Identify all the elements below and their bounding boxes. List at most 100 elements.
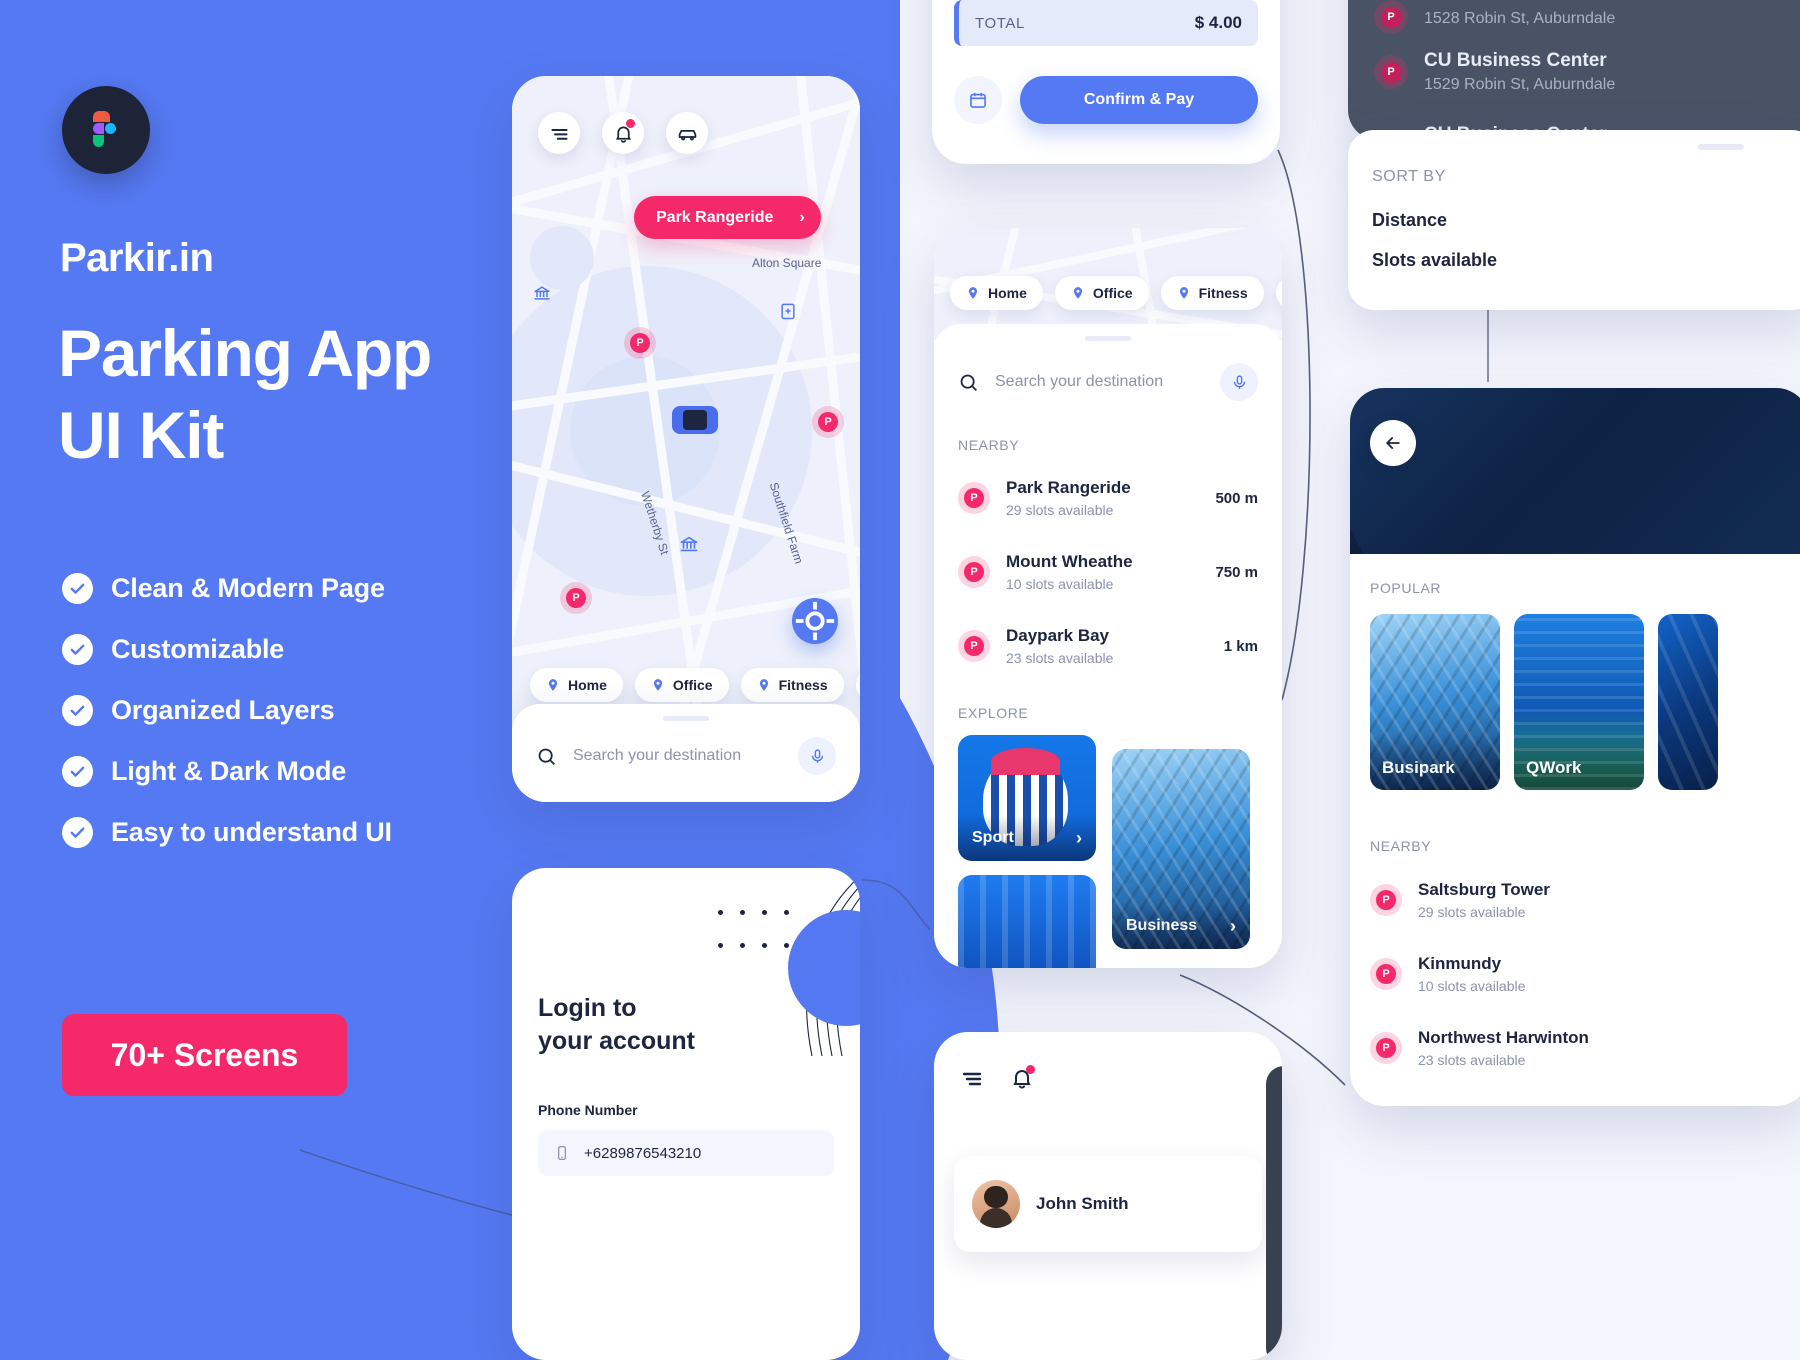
chip-fitness[interactable]: Fitness [740, 668, 844, 702]
chip-home[interactable]: Home [530, 668, 623, 702]
popular-card-caption: Busipark [1370, 734, 1500, 790]
parking-marker[interactable]: P [624, 327, 656, 359]
search-placeholder: Search your destination [573, 747, 742, 764]
parking-marker[interactable]: P [812, 406, 844, 438]
place-distance: 500 m [1215, 489, 1258, 507]
chip-office[interactable]: Office [634, 668, 729, 702]
chip-hospital[interactable]: Hospital [855, 668, 860, 702]
back-button[interactable] [1370, 420, 1416, 466]
check-circle-icon [62, 756, 93, 787]
place-name: Northwest Harwinton [1418, 1028, 1589, 1047]
brand-name: Parkir.in [60, 236, 214, 280]
avatar [972, 1180, 1020, 1228]
voice-search-button[interactable] [1220, 363, 1258, 401]
login-heading-line1: Login to [538, 994, 637, 1022]
sheet-grabber[interactable] [1698, 144, 1744, 150]
sort-option-slots[interactable]: Slots available [1372, 250, 1497, 271]
search-placeholder: Search your destination [995, 373, 1164, 390]
popular-card-caption: QWork [1514, 734, 1644, 790]
feature-item: Customizable [62, 619, 392, 680]
phone-business-screen: Business POPULAR Busipark QWork NEARBY P… [1350, 388, 1800, 1106]
figma-logo [62, 86, 150, 174]
phone-nearby-screen: Home Office Fitness Hospital Search your… [934, 228, 1282, 968]
parking-badge-icon: P [958, 482, 990, 514]
chip-label: Fitness [1198, 285, 1248, 301]
explore-card-sport[interactable]: Sport › [958, 735, 1096, 861]
explore-card-caption: Sport › [958, 815, 1096, 861]
profile-user-card[interactable]: John Smith [954, 1156, 1262, 1252]
chip-hospital[interactable]: Hospital [1275, 276, 1282, 310]
parking-badge-icon: P [958, 630, 990, 662]
chip-office[interactable]: Office [1054, 276, 1149, 310]
calendar-icon [970, 92, 986, 108]
screens-count-badge: 70+ Screens [62, 1014, 347, 1096]
notifications-button[interactable] [602, 112, 644, 154]
parking-marker[interactable]: P [560, 582, 592, 614]
place-slots: 10 slots available [1006, 576, 1114, 592]
calendar-button[interactable] [954, 76, 1002, 124]
place-name: Saltsburg Tower [1418, 880, 1550, 899]
phone-number-input[interactable]: +6289876543210 [538, 1130, 834, 1176]
chip-label: Office [1092, 285, 1133, 301]
mobile-icon [558, 1146, 566, 1160]
place-name: Mount Wheathe [1006, 552, 1133, 571]
chip-label: Home [988, 285, 1027, 301]
search-bar[interactable]: Search your destination [934, 341, 1282, 401]
nearby-list-item[interactable]: P Mount Wheathe 10 slots available 750 m [958, 543, 1258, 601]
popular-section-label: POPULAR [1370, 580, 1442, 596]
locate-me-button[interactable] [792, 598, 838, 644]
map-toolbar [538, 112, 708, 154]
parking-badge-icon: P [1370, 884, 1402, 916]
check-circle-icon [62, 634, 93, 665]
check-circle-icon [62, 695, 93, 726]
feature-label: Light & Dark Mode [111, 756, 347, 786]
sort-by-label: SORT BY [1372, 168, 1446, 185]
place-distance: 1 km [1223, 637, 1258, 655]
dark-places-card: P 1528 Robin St, Auburndale P CU Busines… [1348, 0, 1800, 140]
check-circle-icon [62, 573, 93, 604]
car-button[interactable] [666, 112, 708, 154]
sort-option-distance[interactable]: Distance [1372, 210, 1447, 231]
pin-icon [968, 287, 978, 299]
dark-list-item[interactable]: P CU Business Center 1529 Robin St, Aubu… [1348, 50, 1800, 94]
voice-search-button[interactable] [798, 737, 836, 775]
place-slots: 29 slots available [1418, 904, 1526, 920]
nearby-list-item[interactable]: P Park Rangeride 29 slots available 500 … [958, 469, 1258, 527]
popular-card-qwork[interactable]: QWork [1514, 614, 1644, 790]
profile-toolbar [960, 1065, 1035, 1095]
chip-home[interactable]: Home [950, 276, 1043, 310]
map-label-alton-square: Alton Square [752, 256, 822, 270]
phone-map-screen: Park Rangeride › Alton Square Wetherby S… [512, 76, 860, 802]
nearby-list-item[interactable]: P Daypark Bay 23 slots available 1 km [958, 617, 1258, 675]
total-label: TOTAL [975, 14, 1025, 32]
popular-card-more[interactable] [1658, 614, 1718, 790]
selected-place-pill[interactable]: Park Rangeride › [634, 196, 821, 239]
parking-badge-icon: P [1374, 0, 1408, 34]
place-name: Park Rangeride [1006, 478, 1131, 497]
popular-card-busipark[interactable]: Busipark [1370, 614, 1500, 790]
dark-mode-preview-strip [1266, 1066, 1282, 1360]
chip-fitness[interactable]: Fitness [1160, 276, 1264, 310]
dark-list-item[interactable]: P 1528 Robin St, Auburndale [1348, 0, 1800, 34]
map-bottom-sheet: Search your destination [512, 704, 860, 802]
microphone-icon [1233, 374, 1245, 389]
search-bar[interactable]: Search your destination [512, 721, 860, 775]
place-name: Kinmundy [1418, 954, 1502, 973]
confirm-pay-button[interactable]: Confirm & Pay [1020, 76, 1258, 124]
phone-profile-screen: John Smith [934, 1032, 1282, 1360]
feature-item: Easy to understand UI [62, 802, 392, 863]
menu-button[interactable] [538, 112, 580, 154]
place-address: 1529 Robin St, Auburndale [1424, 76, 1616, 93]
notifications-button[interactable] [1010, 1065, 1035, 1095]
page-title-line1: Parking App [58, 316, 432, 390]
explore-card-title: Sport [972, 829, 1014, 846]
menu-icon [962, 1072, 982, 1086]
nearby-list-item[interactable]: P Kinmundy 10 slots available [1370, 944, 1790, 1004]
feature-item: Light & Dark Mode [62, 741, 392, 802]
nearby-list-item[interactable]: P Saltsburg Tower 29 slots available [1370, 870, 1790, 930]
explore-card-business[interactable]: Business › [1112, 749, 1250, 949]
chip-label: Fitness [778, 677, 828, 693]
explore-card-extra[interactable] [958, 875, 1096, 968]
menu-button[interactable] [960, 1066, 984, 1095]
map-category-chips: Home Office Fitness Hospital [530, 668, 860, 702]
